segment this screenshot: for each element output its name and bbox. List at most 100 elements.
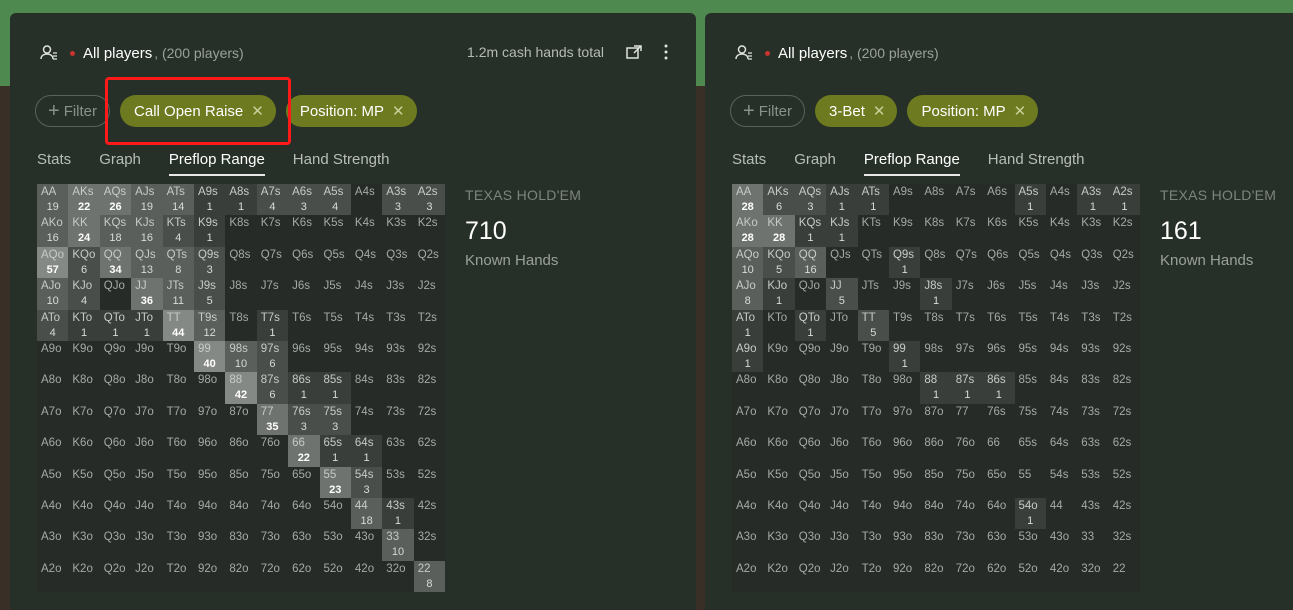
remove-filter-icon[interactable]: ✕ [1014,102,1027,120]
hand-cell-Q3s[interactable]: Q3s [382,246,414,279]
remove-filter-icon[interactable]: ✕ [392,102,405,120]
hand-cell-A3o[interactable]: A3o [37,529,69,561]
hand-cell-K2o[interactable]: K2o [68,560,100,593]
hand-cell-63o[interactable]: 63o [983,529,1015,561]
hand-cell-Q7s[interactable]: Q7s [951,246,984,279]
hand-cell-T8o[interactable]: T8o [857,372,889,404]
hand-cell-83s[interactable]: 83s [1077,372,1109,404]
hand-cell-64o[interactable]: 64o [983,497,1015,530]
hand-cell-K5s[interactable]: K5s [319,215,351,247]
filter-chip-position[interactable]: Position: MP ✕ [907,95,1039,127]
hand-cell-Q4s[interactable]: Q4s [350,246,383,279]
hand-cell-T3s[interactable]: T3s [382,309,414,341]
hand-cell-Q5o[interactable]: Q5o [794,466,827,498]
hand-cell-22[interactable]: 22 [1108,560,1141,593]
hand-cell-42o[interactable]: 42o [1045,560,1078,593]
add-filter-button[interactable]: + Filter [35,95,111,127]
tab-graph[interactable]: Graph [99,151,141,176]
hand-cell-Q4o[interactable]: Q4o [99,497,132,530]
hand-cell-72o[interactable]: 72o [951,560,984,593]
hand-cell-63s[interactable]: 63s [1077,435,1109,467]
hand-cell-Q9o[interactable]: Q9o [99,340,132,373]
player-pool-label[interactable]: All players [778,45,847,62]
hand-cell-84o[interactable]: 84o [920,497,952,530]
hand-cell-K5o[interactable]: K5o [763,466,795,498]
hand-cell-J4o[interactable]: J4o [826,497,858,530]
hand-cell-K7o[interactable]: K7o [68,403,100,436]
hand-cell-92o[interactable]: 92o [888,560,921,593]
hand-cell-T2s[interactable]: T2s [1108,309,1141,341]
hand-cell-84s[interactable]: 84s [350,372,383,404]
hand-cell-98s[interactable]: 98s 10 [225,340,257,373]
hand-cell-K5s[interactable]: K5s [1014,215,1046,247]
hand-cell-95s[interactable]: 95s [1014,340,1046,373]
hand-cell-J3o[interactable]: J3o [131,529,163,561]
hand-cell-A7s[interactable]: A7s [951,184,984,216]
hand-cell-ATs[interactable]: ATs 14 [162,184,194,216]
hand-cell-73s[interactable]: 73s [1077,403,1109,436]
hand-cell-J9o[interactable]: J9o [826,340,858,373]
hand-cell-86s[interactable]: 86s 1 [983,372,1015,404]
hand-cell-KK[interactable]: KK 24 [68,215,100,247]
hand-cell-Q8s[interactable]: Q8s [225,246,257,279]
hand-cell-A8s[interactable]: A8s 1 [225,184,257,216]
hand-cell-T4s[interactable]: T4s [1045,309,1078,341]
hand-cell-K4o[interactable]: K4o [763,497,795,530]
hand-cell-A6s[interactable]: A6s 3 [288,184,320,216]
hand-cell-42s[interactable]: 42s [1108,497,1141,530]
hand-cell-96o[interactable]: 96o [193,435,226,467]
hand-cell-77[interactable]: 77 35 [256,403,289,436]
hand-cell-Q9s[interactable]: Q9s 3 [193,246,226,279]
hand-cell-44[interactable]: 44 [1045,497,1078,530]
hand-cell-AQs[interactable]: AQs 3 [794,184,827,216]
hand-cell-32o[interactable]: 32o [382,560,414,593]
hand-cell-82s[interactable]: 82s [1108,372,1141,404]
hand-cell-99[interactable]: 99 1 [888,340,921,373]
hand-cell-74o[interactable]: 74o [256,497,289,530]
hand-cell-Q5s[interactable]: Q5s [319,246,351,279]
hand-cell-Q9o[interactable]: Q9o [794,340,827,373]
tab-preflop-range[interactable]: Preflop Range [168,151,265,176]
hand-cell-85s[interactable]: 85s [1014,372,1046,404]
hand-cell-KQo[interactable]: KQo 5 [763,246,795,279]
hand-cell-AJs[interactable]: AJs 1 [826,184,858,216]
hand-cell-J3o[interactable]: J3o [826,529,858,561]
hand-cell-A7o[interactable]: A7o [732,403,764,436]
hand-cell-Q5s[interactable]: Q5s [1014,246,1046,279]
hand-cell-43o[interactable]: 43o [350,529,383,561]
hand-cell-97o[interactable]: 97o [193,403,226,436]
filter-chip-3-bet[interactable]: 3-Bet ✕ [815,95,898,127]
hand-cell-52o[interactable]: 52o [319,560,351,593]
hand-cell-AQs[interactable]: AQs 26 [99,184,132,216]
hand-cell-T2o[interactable]: T2o [857,560,889,593]
hand-cell-J2s[interactable]: J2s [1108,278,1141,310]
filter-chip-call-open-raise[interactable]: Call Open Raise ✕ [120,95,276,127]
hand-cell-62o[interactable]: 62o [288,560,320,593]
hand-cell-A4s[interactable]: A4s [350,184,383,216]
hand-cell-T9o[interactable]: T9o [162,340,194,373]
tab-preflop-range[interactable]: Preflop Range [863,151,960,176]
hand-cell-J6s[interactable]: J6s [288,278,320,310]
hand-cell-87o[interactable]: 87o [225,403,257,436]
hand-cell-JTs[interactable]: JTs 11 [162,278,194,310]
hand-cell-A3s[interactable]: A3s 3 [382,184,414,216]
hand-cell-J6o[interactable]: J6o [826,435,858,467]
hand-cell-42o[interactable]: 42o [350,560,383,593]
hand-cell-Q3o[interactable]: Q3o [794,529,827,561]
more-options-icon[interactable] [664,44,668,60]
hand-cell-82s[interactable]: 82s [413,372,446,404]
hand-cell-ATs[interactable]: ATs 1 [857,184,889,216]
hand-cell-KQo[interactable]: KQo 6 [68,246,100,279]
hand-cell-43s[interactable]: 43s 1 [382,497,414,530]
hand-cell-Q8o[interactable]: Q8o [794,372,827,404]
hand-cell-KJo[interactable]: KJo 4 [68,278,100,310]
tab-stats[interactable]: Stats [732,151,766,176]
hand-cell-K5o[interactable]: K5o [68,466,100,498]
hand-cell-93s[interactable]: 93s [1077,340,1109,373]
hand-cell-92o[interactable]: 92o [193,560,226,593]
hand-cell-K3o[interactable]: K3o [763,529,795,561]
hand-cell-84o[interactable]: 84o [225,497,257,530]
hand-cell-J5s[interactable]: J5s [319,278,351,310]
hand-cell-A6o[interactable]: A6o [37,435,69,467]
hand-cell-92s[interactable]: 92s [1108,340,1141,373]
